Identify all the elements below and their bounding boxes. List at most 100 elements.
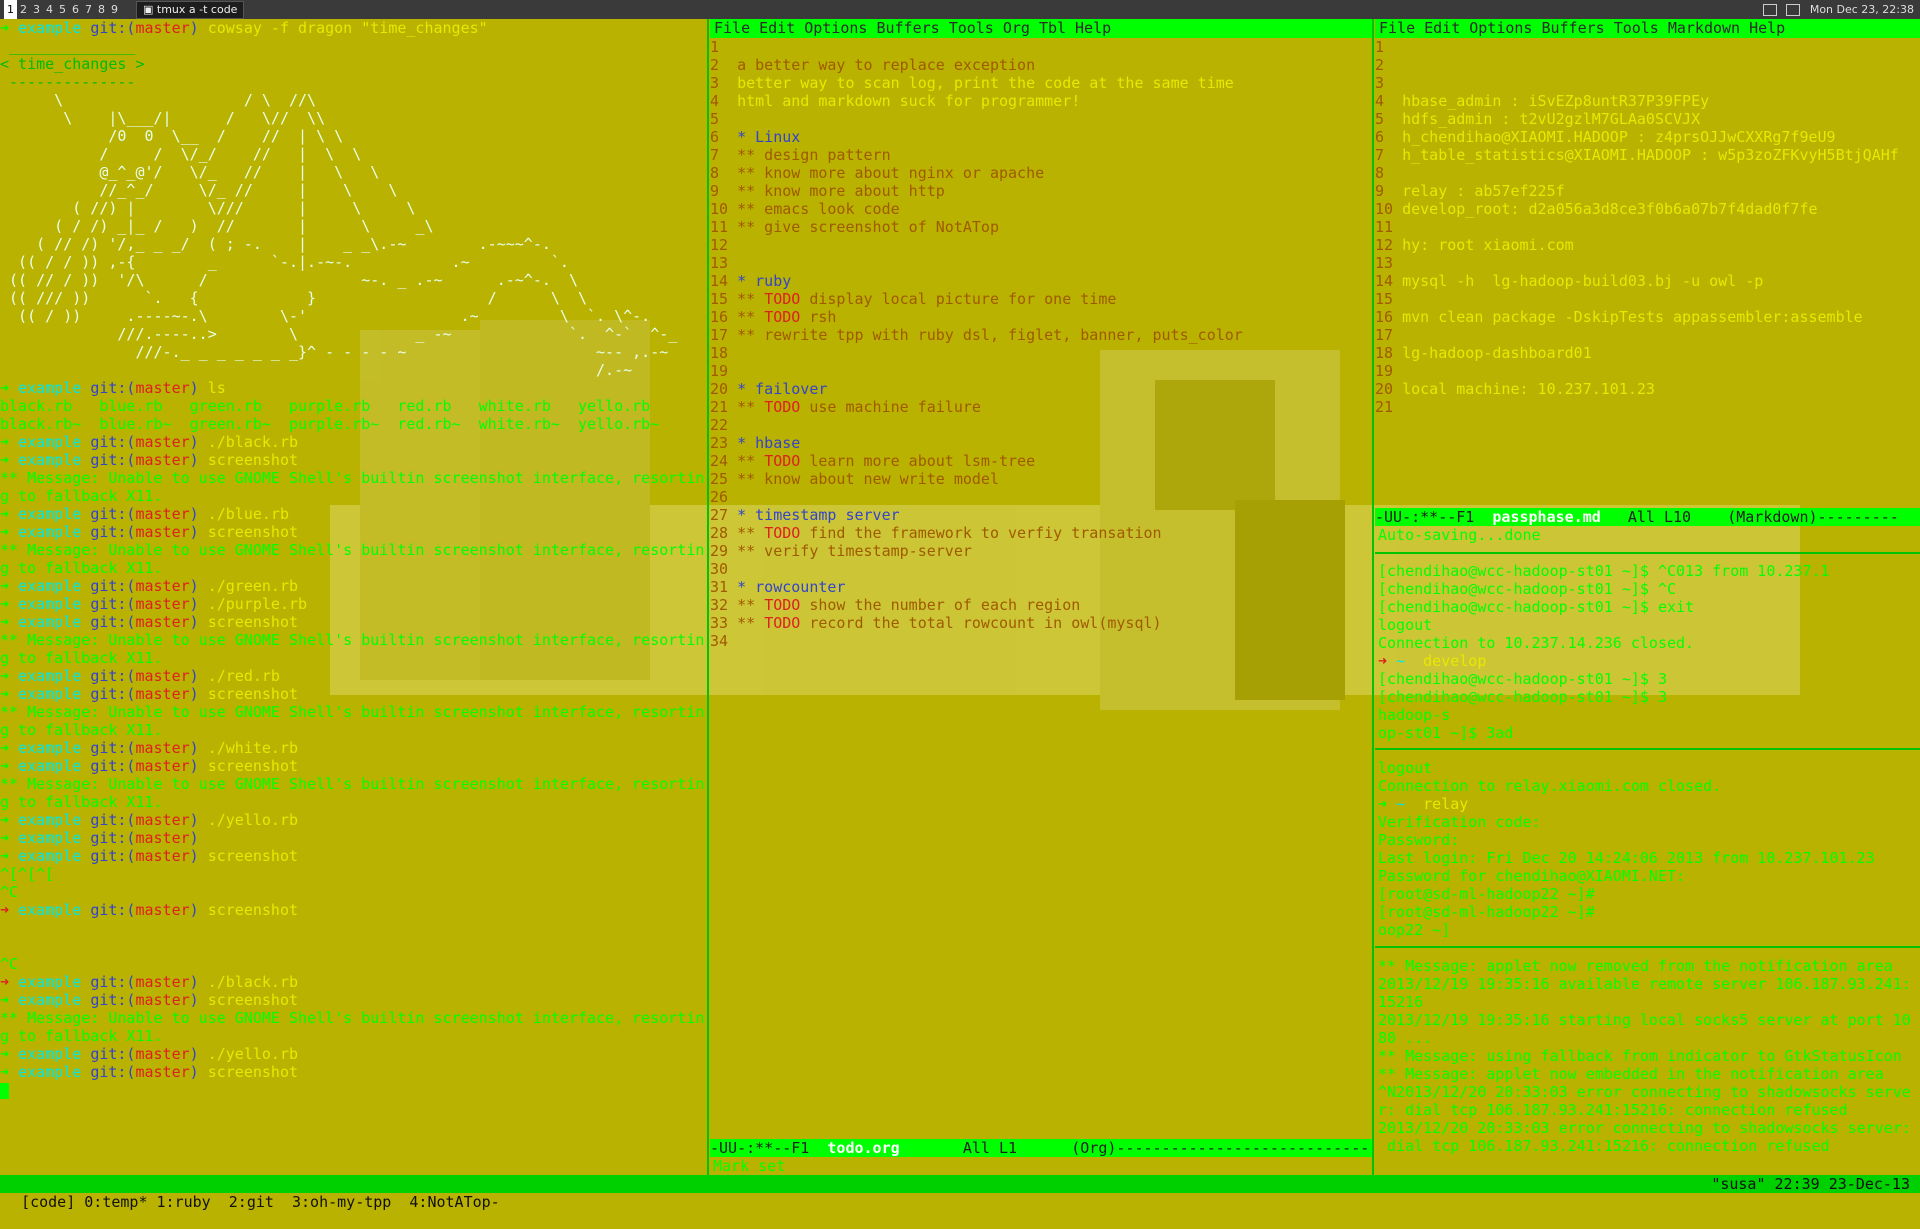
text-line: black.rb blue.rb green.rb purple.rb red.… <box>0 397 651 415</box>
menu-tbl[interactable]: Tbl <box>1039 19 1066 37</box>
pane-divider[interactable] <box>1372 19 1374 1175</box>
markdown-buffer[interactable]: 1234 hbase_admin : iSvEZp8untR37P39FPEy 5… <box>1375 38 1920 416</box>
keyboard-icon[interactable] <box>1762 4 1777 16</box>
text-line: ➜ example git:(master) screenshot <box>0 991 299 1009</box>
text-line: 8 ** know more about nginx or apache <box>710 164 1045 182</box>
menu-options[interactable]: Options <box>1469 19 1532 37</box>
text-line: ➜ example git:(master) ./black.rb <box>0 433 299 451</box>
text-line: 13 <box>1375 254 1394 272</box>
menu-file[interactable]: File <box>714 19 750 37</box>
text-line: 9 relay : ab57ef225f <box>1375 182 1565 200</box>
terminal-pane-shadowsocks[interactable]: ** Message: applet now removed from the … <box>1378 957 1911 1155</box>
menu-options[interactable]: Options <box>804 19 867 37</box>
text-line: Verification code: <box>1378 813 1541 831</box>
text-line: ➜ example git:(master) screenshot <box>0 523 299 541</box>
terminal-cursor-line <box>0 1081 707 1099</box>
pane-divider[interactable] <box>1375 946 1920 948</box>
text-line: ^N2013/12/20 20:33:03 error connecting t… <box>1378 1083 1911 1101</box>
system-tray: Mon Dec 23, 22:38 <box>1762 0 1914 19</box>
text-line: ➜ example git:(master) ls <box>0 379 226 397</box>
menu-buffers[interactable]: Buffers <box>1541 19 1604 37</box>
menu-buffers[interactable]: Buffers <box>876 19 939 37</box>
text-line: g to fallback X11. <box>0 793 163 811</box>
text-line: 31 * rowcounter <box>710 578 846 596</box>
text-line: 24 ** TODO learn more about lsm-tree <box>710 452 1036 470</box>
org-buffer[interactable]: 12 a better way to replace exception 3 be… <box>710 38 1372 650</box>
menu-file[interactable]: File <box>1379 19 1415 37</box>
taskbar-window-button[interactable]: ▣ tmux a -t code <box>136 1 245 19</box>
text-line: 19 <box>1375 362 1394 380</box>
workspace-4[interactable]: 4 <box>43 0 56 19</box>
text-line: ** Message: applet now embedded in the n… <box>1378 1065 1884 1083</box>
text-line: ➜ example git:(master) screenshot <box>0 613 299 631</box>
text-line: @_^_@'/ \/_ // | \ \ <box>0 163 380 181</box>
emacs-modeline: -UU-:**--F1 todo.org All L1 (Org)-------… <box>710 1139 1372 1157</box>
text-line: ///-._ _ _ _ _ _ _}^ - - - - ~ ~-- ,.-~ <box>0 343 669 361</box>
text-line: g to fallback X11. <box>0 559 163 577</box>
text-line: ** Message: Unable to use GNOME Shell's … <box>0 1009 705 1027</box>
text-line: op-st01 ~]$ 3ad <box>1378 724 1514 742</box>
text-line: -------------- <box>0 73 136 91</box>
text-line: 2013/12/19 19:35:16 available remote ser… <box>1378 975 1911 993</box>
workspace-8[interactable]: 8 <box>95 0 108 19</box>
workspace-5[interactable]: 5 <box>56 0 69 19</box>
text-line: (( // / )) '/\ / ~-. _ .-~ .-~^-. \ <box>0 271 578 289</box>
text-line: oop22 ~] <box>1378 921 1451 939</box>
workspace-6[interactable]: 6 <box>69 0 82 19</box>
text-line: [chendihao@wcc-hadoop-st01 ~]$ ^C <box>1378 580 1677 598</box>
text-line: Connection to relay.xiaomi.com closed. <box>1378 777 1722 795</box>
workspace-2[interactable]: 2 <box>17 0 30 19</box>
text-line: 1 <box>1375 38 1385 56</box>
text-line: ** Message: Unable to use GNOME Shell's … <box>0 469 705 487</box>
text-line: Last login: Fri Dec 20 14:24:06 2013 fro… <box>1378 849 1875 867</box>
text-line: ** Message: Unable to use GNOME Shell's … <box>0 775 705 793</box>
text-line: 11 <box>1375 218 1394 236</box>
pane-divider[interactable] <box>1375 748 1920 750</box>
text-line: [chendihao@wcc-hadoop-st01 ~]$ ^C013 fro… <box>1378 562 1830 580</box>
text-line: ➜ example git:(master) screenshot <box>0 757 299 775</box>
text-line: ➜ example git:(master) ./green.rb <box>0 577 299 595</box>
tmux-window-list[interactable]: [code] 0:temp* 1:ruby 2:git 3:oh-my-tpp … <box>18 1193 500 1211</box>
workspace-switcher[interactable]: 123456789 <box>4 0 121 19</box>
pane-divider[interactable] <box>707 19 709 1175</box>
menu-tools[interactable]: Tools <box>949 19 994 37</box>
text-line: [chendihao@wcc-hadoop-st01 ~]$ 3 <box>1378 688 1667 706</box>
text-line: 21 ** TODO use machine failure <box>710 398 981 416</box>
text-line: [chendihao@wcc-hadoop-st01 ~]$ 3 <box>1378 670 1667 688</box>
terminal-pane-left[interactable]: ➜ example git:(master) cowsay -f dragon … <box>0 19 707 1175</box>
text-line: 12 hy: root xiaomi.com <box>1375 236 1574 254</box>
text-line: 15 ** TODO display local picture for one… <box>710 290 1117 308</box>
text-line: 9 ** know more about http <box>710 182 945 200</box>
menu-help[interactable]: Help <box>1749 19 1785 37</box>
network-icon[interactable] <box>1786 4 1801 16</box>
menu-help[interactable]: Help <box>1075 19 1111 37</box>
workspace-9[interactable]: 9 <box>108 0 121 19</box>
menu-markdown[interactable]: Markdown <box>1668 19 1740 37</box>
text-line: [root@sd-ml-hadoop22 ~]# <box>1378 903 1595 921</box>
text-line: dial tcp 106.187.93.241:15216: connectio… <box>1378 1137 1830 1155</box>
workspace-3[interactable]: 3 <box>30 0 43 19</box>
terminal-output: ➜ example git:(master) cowsay -f dragon … <box>0 19 707 1081</box>
menu-org[interactable]: Org <box>1003 19 1030 37</box>
text-line: ///.----..> \ _ -~ `. ^-` ^-_ <box>0 325 678 343</box>
menu-edit[interactable]: Edit <box>759 19 795 37</box>
text-cursor <box>0 1082 9 1099</box>
terminal-pane-ssh[interactable]: [chendihao@wcc-hadoop-st01 ~]$ ^C013 fro… <box>1378 562 1830 742</box>
menu-edit[interactable]: Edit <box>1424 19 1460 37</box>
text-line: 18 lg-hadoop-dashboard01 <box>1375 344 1592 362</box>
pane-divider[interactable] <box>1375 552 1920 554</box>
emacs-pane-todo[interactable]: File Edit Options Buffers Tools Org Tbl Help 12… <box>710 19 1372 1175</box>
menu-tools[interactable]: Tools <box>1614 19 1659 37</box>
panel-clock[interactable]: Mon Dec 23, 22:38 <box>1810 3 1914 16</box>
workspace-1[interactable]: 1 <box>4 0 17 19</box>
text-line: (( / / )) ,-{ _ `-.|.-~-. .~ `. <box>0 253 569 271</box>
text-line: 10 ** emacs look code <box>710 200 900 218</box>
text-line: black.rb~ blue.rb~ green.rb~ purple.rb~ … <box>0 415 660 433</box>
terminal-pane-relay[interactable]: logout Connection to relay.xiaomi.com clo… <box>1378 759 1875 939</box>
text-line: / / \/_/ // | \ \ <box>0 145 362 163</box>
text-line: 4 html and markdown suck for programmer! <box>710 92 1081 110</box>
text-line: < time_changes > <box>0 55 145 73</box>
text-line: \ / \ //\ <box>0 91 317 109</box>
terminal-icon: ▣ <box>143 3 157 16</box>
workspace-7[interactable]: 7 <box>82 0 95 19</box>
